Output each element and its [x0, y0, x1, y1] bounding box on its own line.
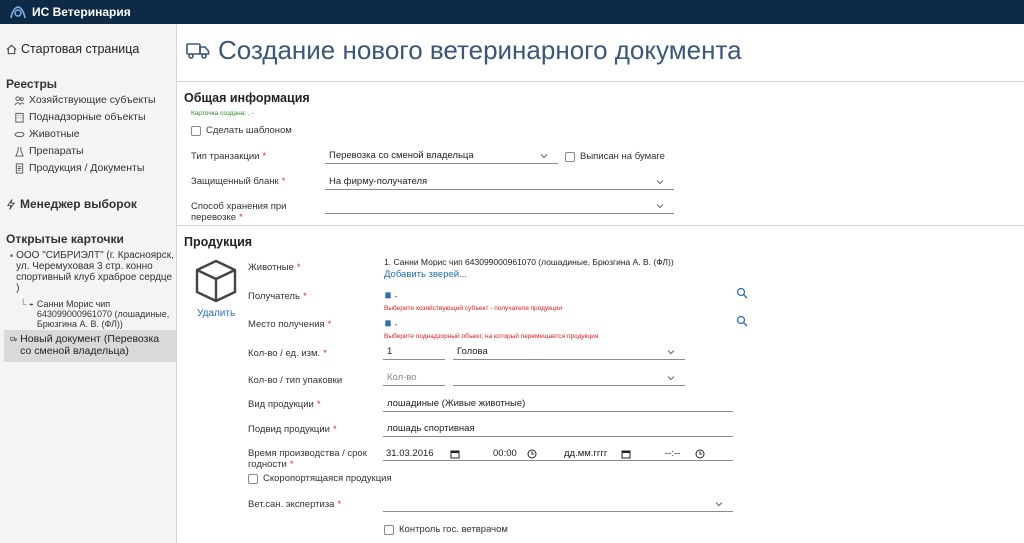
open-card-organization[interactable]: ООО "СИБРИЭЛТ" (г. Красноярск, ул. Черем… [10, 250, 174, 294]
document-icon [15, 162, 24, 174]
recipient-value[interactable]: - [384, 291, 397, 301]
calendar-icon [450, 450, 460, 458]
unit-select[interactable]: Голова [453, 344, 685, 360]
checkbox-box[interactable] [191, 125, 201, 136]
product-kind-input[interactable]: лошадиные (Живые животные) [383, 396, 733, 412]
app-logo-icon [10, 6, 26, 19]
transaction-type-select[interactable]: Перевозка со сменой владельца [325, 148, 558, 164]
state-control-checkbox[interactable]: Контроль гос. ветврачом [384, 524, 508, 535]
vet-exam-select[interactable] [383, 496, 733, 512]
storage-select[interactable] [325, 198, 674, 214]
storage-label: Способ хранения при перевозке * [191, 201, 287, 223]
building-icon [385, 292, 391, 299]
search-icon[interactable] [736, 287, 748, 299]
receiving-place-error: Выберите поднадзорный объект, на который… [384, 333, 599, 340]
product-kind-label: Вид продукции * [248, 399, 321, 410]
building-icon [10, 254, 13, 257]
flask-icon [15, 146, 24, 157]
product-subkind-label: Подвид продукции * [248, 424, 337, 435]
open-card-new-document[interactable]: Новый документ (Перевозка со сменой влад… [4, 330, 176, 362]
people-icon [14, 95, 25, 105]
sidebar-selection-manager[interactable]: Менеджер выборок [6, 197, 137, 211]
clock-icon [527, 449, 537, 458]
protected-form-label: Защищенный бланк * [191, 176, 286, 187]
checkbox-box[interactable] [384, 524, 394, 535]
main-content: Создание нового ветеринарного документа … [177, 24, 1024, 543]
animals-label: Животные * [248, 262, 301, 273]
checkbox-box[interactable] [565, 151, 575, 162]
animals-value: 1. Санни Морис чип 643099000961070 (лоша… [384, 257, 674, 267]
quantity-input[interactable]: 1 [383, 344, 445, 360]
general-info-title: Общая информация [184, 91, 310, 105]
product-title: Продукция [184, 235, 253, 249]
transaction-type-label: Тип транзакции * [191, 151, 267, 162]
quantity-label: Кол-во / ед. изм. * [248, 348, 327, 359]
app-title: ИС Ветеринария [32, 5, 131, 19]
search-icon[interactable] [736, 315, 748, 327]
add-animals-link[interactable]: Добавить зверей... [384, 269, 467, 280]
package-quantity-input[interactable]: Кол-во [383, 370, 445, 386]
box-icon [195, 259, 237, 303]
sidebar: Стартовая страница Реестры Хозяйствующие… [0, 24, 177, 543]
tree-branch-icon: └ [20, 299, 27, 309]
chevron-down-icon [656, 179, 664, 184]
animal-icon [29, 303, 34, 306]
paper-issued-checkbox[interactable]: Выписан на бумаге [565, 151, 665, 162]
sidebar-item-products-documents[interactable]: Продукция / Документы [14, 162, 144, 174]
production-time-input[interactable]: 00:00 [493, 448, 537, 459]
checkbox-box[interactable] [248, 473, 258, 484]
chevron-down-icon [656, 203, 664, 208]
page-header: Создание нового ветеринарного документа [177, 24, 1024, 82]
building-icon [15, 112, 24, 123]
chevron-down-icon [715, 501, 723, 506]
package-type-select[interactable] [453, 370, 685, 386]
chevron-down-icon [667, 349, 675, 354]
protected-form-select[interactable]: На фирму-получателя [325, 174, 674, 190]
sidebar-item-animals[interactable]: Животные [14, 128, 80, 140]
perishable-checkbox[interactable]: Скоропортящаяся продукция [248, 473, 392, 484]
sidebar-open-cards-title: Открытые карточки [6, 232, 124, 246]
sidebar-item-supervised-objects[interactable]: Поднадзорные объекты [14, 111, 146, 123]
clock-icon [695, 449, 705, 458]
receiving-place-value[interactable]: - [384, 319, 397, 329]
building-icon [385, 320, 391, 327]
sidebar-start-page[interactable]: Стартовая страница [6, 42, 139, 56]
production-date-input[interactable]: 31.03.2016 [386, 448, 460, 459]
calendar-icon [621, 450, 631, 458]
make-template-checkbox[interactable]: Сделать шаблоном [191, 125, 292, 136]
lightning-icon [6, 198, 16, 210]
vet-exam-label: Вет.сан. экспертиза * [248, 499, 342, 510]
home-icon [6, 44, 17, 54]
top-bar: ИС Ветеринария [0, 0, 1024, 24]
production-time-label: Время производства / срок годности * [248, 448, 367, 470]
recipient-label: Получатель * [248, 291, 307, 302]
delete-product-button[interactable]: Удалить [197, 308, 235, 319]
animal-icon [14, 131, 25, 137]
recipient-error: Выберите хозяйствующий субъект - получат… [384, 305, 562, 312]
product-subkind-input[interactable]: лошадь спортивная [383, 421, 733, 437]
truck-icon [186, 43, 210, 59]
sidebar-registries-title: Реестры [6, 77, 58, 91]
sidebar-item-business-entities[interactable]: Хозяйствующие субъекты [14, 94, 156, 106]
page-title: Создание нового ветеринарного документа [218, 35, 742, 65]
expiry-time-input[interactable]: --:-- [665, 448, 705, 459]
chevron-down-icon [540, 153, 548, 158]
package-label: Кол-во / тип упаковки [248, 375, 343, 386]
sidebar-item-drugs[interactable]: Препараты [14, 145, 84, 157]
expiry-date-input[interactable]: дд.мм.гггг [564, 448, 631, 459]
open-card-animal[interactable]: └ Санни Морис чип 643099000961070 (лошад… [20, 299, 170, 329]
receiving-place-label: Место получения * [248, 319, 332, 330]
truck-icon [10, 336, 17, 342]
section-divider [177, 225, 1024, 226]
card-created-hint: Карточка создана: , - [191, 110, 254, 117]
chevron-down-icon [667, 375, 675, 380]
